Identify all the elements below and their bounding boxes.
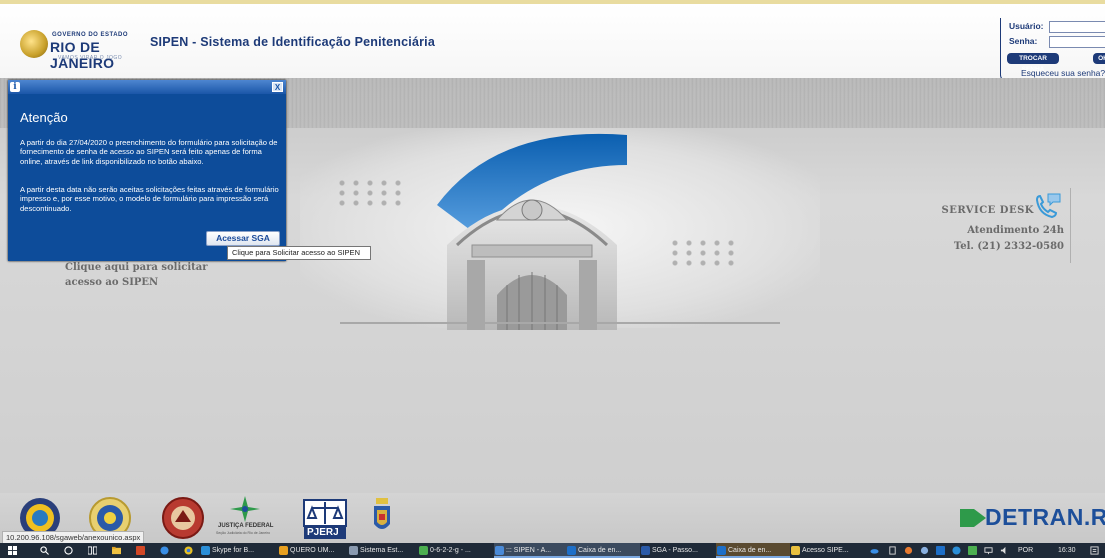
phone-icon bbox=[1035, 193, 1061, 219]
volume-icon[interactable] bbox=[1000, 546, 1009, 555]
taskbar-item-sipen[interactable]: ::: SIPEN - A... bbox=[494, 543, 566, 558]
decor-dots-right bbox=[668, 238, 738, 268]
password-input[interactable] bbox=[1049, 36, 1105, 48]
taskbar-item-label: Sistema Est... bbox=[360, 547, 404, 554]
login-box: Usuário: Senha: TROCAR SENHA OK Esqueceu… bbox=[1000, 18, 1105, 81]
justica-federal-icon bbox=[230, 496, 260, 522]
outlook-icon bbox=[567, 546, 576, 555]
tray-app-icon[interactable] bbox=[904, 546, 913, 555]
forgot-password-link[interactable]: Esqueceu sua senha? bbox=[1021, 68, 1105, 78]
windows-taskbar: Skype for B... QUERO UM... Sistema Est..… bbox=[0, 543, 1105, 558]
app-icon bbox=[349, 546, 358, 555]
outlook-tray-icon[interactable] bbox=[936, 546, 945, 555]
taskbar-item-sistema[interactable]: Sistema Est... bbox=[348, 543, 418, 558]
taskbar-item-label: Caixa de en... bbox=[728, 547, 772, 554]
request-access-link[interactable]: Clique aqui para solicitar acesso ao SIP… bbox=[65, 260, 208, 290]
taskbar-item-outlook-2[interactable]: Caixa de en... bbox=[716, 543, 790, 558]
seap-logo[interactable] bbox=[158, 496, 208, 540]
dialog-close-button[interactable]: X bbox=[272, 82, 283, 92]
taskbar-item-chrome-2[interactable]: 0-6-2-2-g - ... bbox=[418, 543, 494, 558]
skype-tray-icon[interactable] bbox=[952, 546, 961, 555]
notification-icon[interactable] bbox=[1090, 546, 1099, 555]
banner-base-line bbox=[340, 322, 780, 324]
access-sga-tooltip: Clique para Solicitar acesso ao SIPEN bbox=[227, 246, 371, 260]
service-desk-hours: Atendimento 24h bbox=[967, 225, 1064, 236]
powerpoint-icon[interactable] bbox=[136, 546, 145, 555]
taskbar-item-skype[interactable]: Skype for B... bbox=[200, 543, 278, 558]
task-view-icon[interactable] bbox=[88, 546, 97, 555]
service-desk: SERVICE DESK Atendimento 24h Tel. (21) 2… bbox=[930, 188, 1071, 263]
page-header: GOVERNO DO ESTADO RIO DE JANEIRO VAMOS V… bbox=[0, 0, 1105, 81]
justica-federal-label: JUSTIÇA FEDERAL bbox=[218, 523, 274, 529]
taskbar-item-label: ::: SIPEN - A... bbox=[506, 547, 552, 554]
decor-dots-left bbox=[335, 178, 405, 208]
taskbar-item-label: Caixa de en... bbox=[578, 547, 622, 554]
coat-of-arms-logo[interactable] bbox=[372, 496, 392, 536]
detran-logo-text[interactable]: DETRAN.RJ bbox=[985, 504, 1105, 531]
partner-logos-bar: JUSTIÇA FEDERAL Seção Judiciária do Rio … bbox=[0, 493, 1105, 543]
taskbar-item-label: QUERO UM... bbox=[290, 547, 335, 554]
user-label: Usuário: bbox=[1009, 21, 1044, 31]
justica-federal-sublabel: Seção Judiciária do Rio de Janeiro bbox=[216, 531, 271, 535]
service-desk-title: SERVICE DESK bbox=[941, 205, 1034, 216]
attention-dialog: i X Atenção A partir do dia 27/04/2020 o… bbox=[8, 80, 286, 261]
chrome-icon bbox=[279, 546, 288, 555]
chrome-icon bbox=[419, 546, 428, 555]
network-icon[interactable] bbox=[984, 546, 993, 555]
dialog-titlebar: i X bbox=[8, 80, 286, 94]
tray-app-icon[interactable] bbox=[920, 546, 929, 555]
change-password-button[interactable]: TROCAR SENHA bbox=[1007, 53, 1059, 73]
language-indicator[interactable]: POR bbox=[1018, 543, 1033, 558]
dialog-paragraph-2: A partir desta data não serão aceitas so… bbox=[20, 185, 279, 213]
pjerj-label: PJERJ bbox=[307, 527, 339, 538]
tray-app-icon[interactable] bbox=[888, 546, 897, 555]
edge-icon[interactable] bbox=[160, 546, 169, 555]
rio-de-janeiro-logo[interactable]: GOVERNO DO ESTADO RIO DE JANEIRO VAMOS V… bbox=[20, 28, 140, 71]
detran-arrow-icon bbox=[960, 509, 986, 527]
outlook-icon bbox=[717, 546, 726, 555]
ie-icon bbox=[495, 546, 504, 555]
password-label: Senha: bbox=[1009, 36, 1038, 46]
dialog-paragraph-1: A partir do dia 27/04/2020 o preenchimen… bbox=[20, 138, 278, 166]
access-sga-button[interactable]: Acessar SGA bbox=[206, 231, 280, 246]
taskbar-item-acesso[interactable]: Acesso SIPE... bbox=[790, 543, 864, 558]
penitentiary-building-image bbox=[437, 133, 627, 330]
tray-app-icon[interactable] bbox=[968, 546, 977, 555]
chrome-icon[interactable] bbox=[184, 546, 193, 555]
app-title: SIPEN - Sistema de Identificação Peniten… bbox=[150, 35, 435, 49]
request-line1: Clique aqui para solicitar bbox=[65, 262, 208, 273]
clock[interactable]: 16:30 bbox=[1058, 543, 1076, 558]
word-icon bbox=[641, 546, 650, 555]
user-input[interactable] bbox=[1049, 21, 1105, 33]
logo-line3: VAMOS VIRAR O JOGO bbox=[58, 55, 123, 61]
windows-start-icon[interactable] bbox=[8, 546, 17, 555]
taskbar-item-label: SGA - Passo... bbox=[652, 547, 698, 554]
onedrive-icon[interactable] bbox=[870, 546, 879, 555]
file-explorer-icon[interactable] bbox=[112, 546, 121, 555]
taskbar-item-label: 0-6-2-2-g - ... bbox=[430, 547, 471, 554]
skype-icon bbox=[201, 546, 210, 555]
dialog-title: Atenção bbox=[20, 110, 68, 125]
taskbar-item-label: Skype for B... bbox=[212, 547, 255, 554]
taskbar-item-outlook-1[interactable]: Caixa de en... bbox=[566, 543, 640, 558]
logo-line1: GOVERNO DO ESTADO bbox=[52, 32, 129, 38]
taskbar-item-label: Acesso SIPE... bbox=[802, 547, 849, 554]
taskbar-item-sga[interactable]: SGA - Passo... bbox=[640, 543, 716, 558]
request-line2: acesso ao SIPEN bbox=[65, 277, 159, 288]
taskbar-item-chrome-1[interactable]: QUERO UM... bbox=[278, 543, 348, 558]
cortana-icon[interactable] bbox=[64, 546, 73, 555]
state-seal-icon bbox=[20, 30, 48, 58]
info-icon: i bbox=[10, 82, 20, 92]
mail-icon bbox=[791, 546, 800, 555]
service-desk-phone: Tel. (21) 2332-0580 bbox=[953, 241, 1064, 252]
ok-button[interactable]: OK bbox=[1093, 53, 1105, 64]
search-icon[interactable] bbox=[40, 546, 49, 555]
